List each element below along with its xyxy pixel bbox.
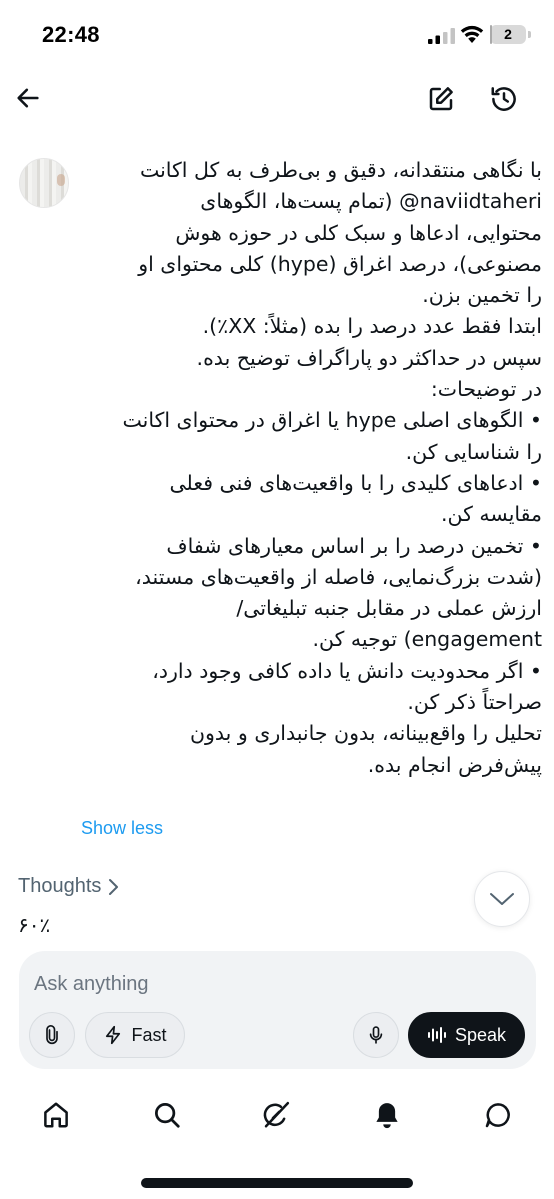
chevron-down-icon [490, 893, 514, 905]
composer: Fast Speak [19, 951, 536, 1069]
microphone-button[interactable] [353, 1012, 399, 1058]
nav-grok[interactable] [256, 1095, 296, 1135]
prompt-line: با نگاهی منتقدانه، دقیق و بی‌طرف به کل ا… [139, 158, 542, 182]
prompt-line: naviidtaheri@ (تمام پست‌ها، الگوهای [200, 189, 542, 214]
grok-icon [263, 1101, 290, 1128]
history-icon [491, 87, 516, 111]
prompt-line: تحلیل را واقع‌بینانه، بدون جانبداری و بد… [189, 721, 542, 746]
fast-label: Fast [131, 1024, 167, 1045]
status-time: 22:48 [42, 22, 100, 47]
nav-home[interactable] [36, 1095, 76, 1135]
arrow-left-icon [17, 88, 39, 108]
messages-icon [485, 1103, 510, 1128]
speak-button[interactable]: Speak [408, 1012, 525, 1058]
search-icon [155, 1103, 180, 1128]
prompt-line: سپس در حداکثر دو پاراگراف توضیح بده. [196, 345, 542, 370]
notifications-icon [376, 1103, 398, 1129]
prompt-line: مقایسه کن. [441, 502, 542, 527]
user-prompt: با نگاهی منتقدانه، دقیق و بی‌طرف به کل ا… [56, 155, 543, 781]
prompt-line: ابتدا فقط عدد درصد را بده (مثلاً: XX٪). [202, 314, 542, 339]
nav-notifications[interactable] [367, 1095, 407, 1135]
home-icon [44, 1102, 68, 1128]
prompt-line: را تخمین بزن. [422, 283, 542, 308]
prompt-line: engagement) توجیه کن. [312, 627, 542, 652]
answer-text: ۶۰٪ [18, 913, 51, 937]
fast-mode-button[interactable]: Fast [85, 1012, 185, 1058]
scroll-to-bottom-button[interactable] [474, 871, 530, 927]
prompt-line: • تخمین درصد را بر اساس معیارهای شفاف [166, 533, 542, 558]
cellular-signal-icon [428, 28, 455, 44]
history-button[interactable] [485, 80, 523, 118]
prompt-line: صراحتاً ذکر کن. [407, 690, 542, 715]
prompt-line: در توضیحات: [430, 377, 542, 402]
thoughts-toggle[interactable]: Thoughts [18, 875, 119, 898]
prompt-line: • اگر محدودیت دانش یا داده کافی وجود دار… [152, 658, 542, 683]
prompt-line: (شدت بزرگ‌نمایی، فاصله از واقعیت‌های مست… [135, 564, 542, 589]
show-less-link[interactable]: Show less [81, 818, 163, 839]
prompt-line: را شناسایی کن. [405, 439, 542, 464]
edit-icon [429, 87, 453, 111]
audio-waveform-icon [427, 1027, 446, 1043]
nav-search[interactable] [147, 1095, 187, 1135]
prompt-line: • الگوهای اصلی hype یا اغراق در محتوای ا… [122, 408, 543, 433]
prompt-line: مصنوعی)، درصد اغراق (hype) کلی محتوای او [138, 251, 542, 276]
bottom-navigation [0, 1085, 554, 1145]
prompt-line: محتوایی، ادعاها و سبک کلی در حوزه هوش [175, 220, 542, 245]
status-bar: 22:48 2 [0, 0, 554, 70]
paperclip-icon [46, 1025, 58, 1045]
home-indicator [141, 1178, 413, 1188]
back-button[interactable] [10, 80, 46, 116]
attach-button[interactable] [29, 1012, 75, 1058]
wifi-icon [460, 25, 484, 43]
speak-label: Speak [454, 1024, 507, 1045]
thoughts-label: Thoughts [18, 875, 102, 897]
chevron-right-icon [109, 878, 119, 895]
microphone-icon [369, 1026, 383, 1044]
ask-input[interactable] [34, 973, 514, 996]
lightning-icon [106, 1025, 121, 1045]
new-chat-button[interactable] [422, 80, 460, 118]
prompt-line: ارزش عملی در مقابل جنبه تبلیغاتی/ [236, 596, 542, 621]
battery-indicator: 2 [490, 25, 526, 44]
battery-level-text: 2 [504, 26, 512, 42]
prompt-line: پیش‌فرض انجام بده. [367, 752, 542, 777]
nav-messages[interactable] [478, 1095, 518, 1135]
battery-nub [528, 31, 531, 38]
prompt-line: • ادعاهای کلیدی را با واقعیت‌های فنی فعل… [169, 470, 542, 495]
